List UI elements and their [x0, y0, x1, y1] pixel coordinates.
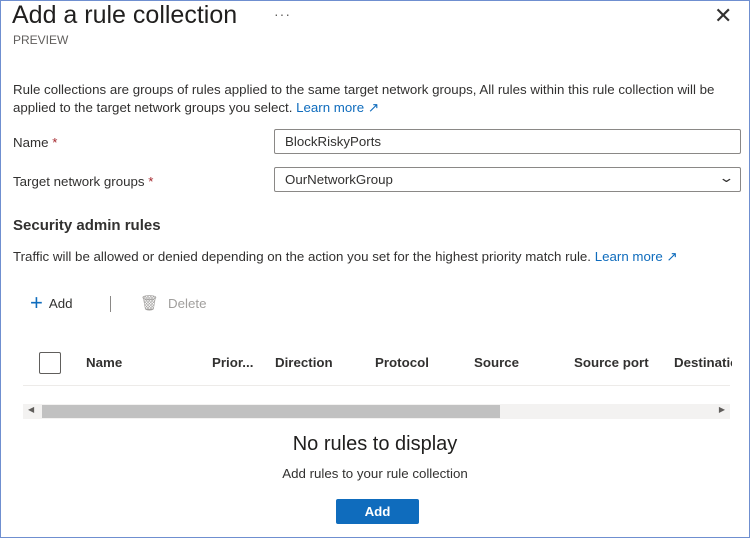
external-link-icon: ↗ — [367, 100, 379, 115]
required-marker: * — [148, 174, 154, 189]
intro-text-line2: applied to the target network groups you… — [13, 100, 379, 116]
add-label: Add — [48, 295, 73, 311]
page-title: Add a rule collection — [12, 1, 238, 29]
column-header-name[interactable]: Name — [86, 355, 122, 370]
name-label: Name * — [13, 135, 57, 150]
section-heading: Security admin rules — [13, 217, 161, 234]
add-rule-button[interactable]: + Add — [30, 290, 73, 315]
close-icon[interactable]: ✕ — [714, 3, 732, 29]
intro-text-line1: Rule collections are groups of rules app… — [13, 82, 715, 97]
column-header-source-port[interactable]: Source port — [574, 355, 649, 370]
column-header-destination[interactable]: Destinatio — [674, 355, 732, 370]
target-network-groups-label: Target network groups * — [13, 174, 153, 189]
learn-more-link[interactable]: Learn more ↗ — [595, 249, 678, 264]
empty-state-title: No rules to display — [292, 433, 458, 455]
scrollbar-thumb[interactable] — [42, 405, 500, 418]
header-divider — [23, 385, 730, 386]
delete-rule-button[interactable]: 🗑 Delete — [140, 294, 206, 312]
plus-icon: + — [30, 290, 43, 315]
external-link-icon: ↗ — [666, 249, 678, 264]
scroll-left-icon[interactable]: ◀ — [28, 405, 34, 414]
column-header-priority[interactable]: Prior... — [212, 355, 253, 370]
column-header-protocol[interactable]: Protocol — [375, 355, 429, 370]
intro-text: applied to the target network groups you… — [13, 100, 293, 115]
required-marker: * — [52, 135, 58, 150]
target-network-groups-select[interactable]: OurNetworkGroup ⌄ — [274, 167, 741, 192]
select-all-checkbox[interactable] — [39, 352, 61, 374]
name-input[interactable]: BlockRiskyPorts — [274, 129, 741, 154]
learn-more-label: Learn more — [594, 249, 663, 264]
panel-border — [0, 0, 750, 538]
toolbar-divider — [110, 296, 111, 312]
rules-description-text: Traffic will be allowed or denied depend… — [13, 249, 592, 264]
name-label-text: Name — [13, 135, 49, 150]
chevron-down-icon: ⌄ — [718, 170, 735, 185]
trash-icon: 🗑 — [140, 295, 160, 312]
selected-value: OurNetworkGroup — [285, 172, 393, 187]
learn-more-label: Learn more — [296, 100, 365, 115]
column-header-direction[interactable]: Direction — [275, 355, 333, 370]
learn-more-link[interactable]: Learn more ↗ — [296, 100, 379, 115]
target-label-text: Target network groups — [13, 174, 145, 189]
more-options-button[interactable]: ··· — [274, 6, 291, 22]
add-rules-button[interactable]: Add — [336, 499, 419, 524]
horizontal-scrollbar[interactable]: ◀ ▶ — [23, 404, 730, 419]
delete-label: Delete — [168, 295, 207, 311]
scroll-right-icon[interactable]: ▶ — [719, 405, 725, 414]
rules-description: Traffic will be allowed or denied depend… — [13, 249, 678, 265]
column-header-source[interactable]: Source — [474, 355, 519, 370]
preview-label: PREVIEW — [13, 33, 69, 47]
empty-state-subtitle: Add rules to your rule collection — [282, 466, 468, 481]
